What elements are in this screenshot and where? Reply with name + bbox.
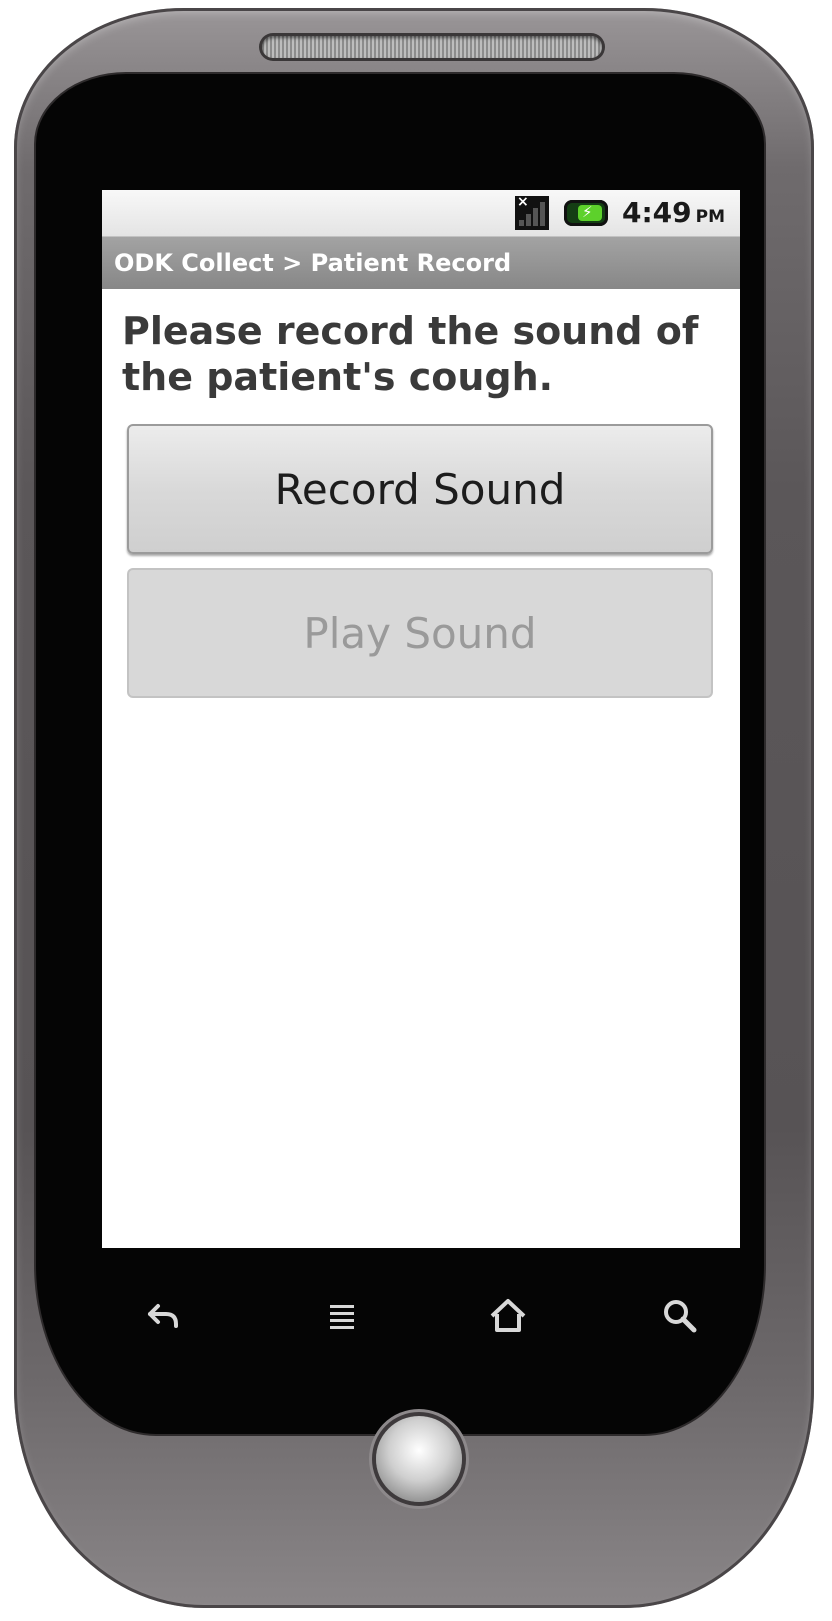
home-icon[interactable] [478, 1286, 538, 1346]
screen: × ⚡ 4:49 PM ODK Collect > Patient Record … [102, 190, 740, 1248]
earpiece-speaker [262, 36, 602, 58]
menu-icon[interactable] [312, 1286, 372, 1346]
signal-no-sim-icon: × [515, 194, 549, 230]
status-bar: × ⚡ 4:49 PM [102, 190, 740, 236]
title-bar: ODK Collect > Patient Record [102, 236, 740, 289]
clock-ampm: PM [695, 207, 726, 227]
clock-time: 4:49 [622, 196, 692, 229]
question-text: Please record the sound of the patient's… [122, 309, 699, 399]
status-clock: 4:49 PM [622, 196, 725, 229]
record-sound-button[interactable]: Record Sound [127, 424, 713, 554]
navigation-bar [102, 1272, 740, 1362]
play-sound-button[interactable]: Play Sound [127, 568, 713, 698]
search-icon[interactable] [650, 1286, 710, 1346]
hardware-trackball-button[interactable] [376, 1416, 462, 1502]
back-icon[interactable] [134, 1286, 194, 1346]
page-title: ODK Collect > Patient Record [114, 249, 512, 277]
battery-charging-icon: ⚡ [564, 200, 608, 226]
